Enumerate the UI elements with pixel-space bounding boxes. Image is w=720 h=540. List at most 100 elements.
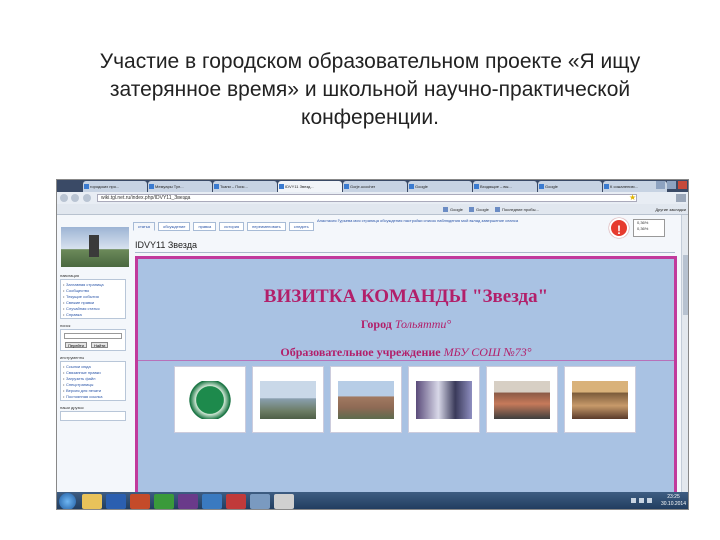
start-button-icon[interactable] bbox=[59, 493, 76, 509]
tab-watch[interactable]: следить bbox=[288, 222, 314, 231]
browser-tab[interactable]: Входящие – вы... bbox=[473, 181, 537, 192]
favicon-icon bbox=[149, 184, 154, 189]
gallery-thumbnail[interactable] bbox=[330, 366, 402, 433]
city-value[interactable]: Тольятти bbox=[395, 317, 447, 331]
tab-label: Входящие – вы... bbox=[480, 184, 512, 189]
sidebar-nav-heading: навигация bbox=[60, 273, 80, 278]
browser-tab[interactable]: Мемуары Тул... bbox=[148, 181, 212, 192]
bookmarks-bar: Google Google Последние пробы... Другие … bbox=[57, 204, 688, 215]
tab-label: Google bbox=[415, 184, 428, 189]
bookmark-item[interactable]: Последние пробы... bbox=[495, 206, 539, 213]
app-icon[interactable] bbox=[226, 494, 246, 509]
alert-icon[interactable]: ! bbox=[609, 218, 629, 238]
reload-icon[interactable] bbox=[83, 194, 91, 202]
search-go-button[interactable]: Перейти bbox=[65, 342, 87, 348]
browser-tab[interactable]: Google bbox=[538, 181, 602, 192]
page-title: IDVY11 Звезда bbox=[135, 240, 197, 250]
sidebar-nav: Заглавная страница Сообщество Текущие со… bbox=[60, 279, 126, 319]
back-icon[interactable] bbox=[60, 194, 68, 202]
powerpoint-icon[interactable] bbox=[130, 494, 150, 509]
gallery-thumbnail[interactable] bbox=[252, 366, 324, 433]
gallery-thumbnail[interactable] bbox=[564, 366, 636, 433]
maximize-icon[interactable] bbox=[667, 181, 676, 189]
favicon-icon bbox=[279, 184, 284, 189]
sidebar-item[interactable]: Справка bbox=[61, 312, 125, 318]
windows-taskbar: 23:25 30.10.2014 bbox=[57, 492, 688, 509]
tab-discussion[interactable]: обсуждение bbox=[158, 222, 191, 231]
favicon-icon bbox=[214, 184, 219, 189]
app-icon[interactable] bbox=[202, 494, 222, 509]
network-icon[interactable] bbox=[631, 498, 636, 503]
link-marker-icon: ° bbox=[526, 345, 532, 359]
clock[interactable]: 23:25 30.10.2014 bbox=[661, 494, 686, 508]
scrollbar-thumb[interactable] bbox=[683, 255, 688, 315]
city-label: Город bbox=[360, 317, 392, 331]
tab-history[interactable]: история bbox=[219, 222, 245, 231]
search-find-button[interactable]: Найти bbox=[91, 342, 109, 348]
team-card-school: Образовательное учреждение МБУ СОШ №73° bbox=[138, 345, 674, 360]
sidebar-tools-heading: инструменты bbox=[60, 355, 85, 360]
notification-popup: 0,36% 0,36% bbox=[633, 219, 665, 237]
close-icon[interactable] bbox=[678, 181, 687, 189]
tab-rename[interactable]: переименовать bbox=[247, 222, 286, 231]
browser-tab-active[interactable]: IDVY11 Звезд... bbox=[278, 181, 342, 192]
minimize-icon[interactable] bbox=[656, 181, 665, 189]
bookmark-item[interactable]: Google bbox=[443, 206, 463, 213]
volume-icon[interactable] bbox=[639, 498, 644, 503]
gallery-thumbnail[interactable] bbox=[408, 366, 480, 433]
bookmark-item[interactable]: Google bbox=[469, 206, 489, 213]
url-input[interactable]: wiki.tgl.net.ru/index.php/IDVY11_Звезда bbox=[97, 194, 637, 202]
tab-label: Gorje.ucocher bbox=[350, 184, 376, 189]
tab-article[interactable]: статья bbox=[133, 222, 156, 231]
card-divider bbox=[138, 360, 674, 361]
sidebar-search: Перейти Найти bbox=[60, 329, 126, 351]
favicon-icon bbox=[539, 184, 544, 189]
user-links[interactable]: Анастасия Гурьева моя страница обсуждени… bbox=[317, 218, 518, 223]
sidebar-search-heading: поиск bbox=[60, 323, 71, 328]
forward-icon[interactable] bbox=[71, 194, 79, 202]
search-input[interactable] bbox=[64, 333, 122, 339]
browser-screenshot: городских про... Мемуары Тул... Ткани – … bbox=[56, 179, 689, 510]
link-marker-icon: ° bbox=[446, 317, 452, 331]
app-icon[interactable] bbox=[178, 494, 198, 509]
team-card-title: ВИЗИТКА КОМАНДЫ "Звезда" bbox=[263, 286, 549, 307]
school-emblem-image bbox=[182, 380, 238, 419]
team-card: ВИЗИТКА КОМАНДЫ "Звезда" Город Тольятти°… bbox=[135, 256, 677, 492]
wiki-page: навигация Заглавная страница Сообщество … bbox=[57, 215, 688, 492]
chrome-icon[interactable] bbox=[154, 494, 174, 509]
school-building-photo bbox=[260, 380, 316, 419]
favicon-icon bbox=[344, 184, 349, 189]
tab-edit[interactable]: правка bbox=[193, 222, 217, 231]
explorer-icon[interactable] bbox=[82, 494, 102, 509]
school-building-photo bbox=[338, 380, 394, 419]
flag-icon[interactable] bbox=[647, 498, 652, 503]
school-hall-photo bbox=[416, 380, 472, 419]
popup-line: 0,36% bbox=[637, 226, 649, 231]
other-bookmarks[interactable]: Другие закладки bbox=[655, 206, 686, 213]
gallery-thumbnail[interactable] bbox=[174, 366, 246, 433]
browser-tab[interactable]: городских про... bbox=[83, 181, 147, 192]
word-icon[interactable] bbox=[106, 494, 126, 509]
browser-tab[interactable]: Google bbox=[408, 181, 472, 192]
browser-tab[interactable]: Ткани – Поис... bbox=[213, 181, 277, 192]
sidebar-item[interactable]: Постоянная ссылка bbox=[61, 394, 125, 400]
school-value[interactable]: МБУ СОШ №73 bbox=[444, 345, 527, 359]
photo-gallery bbox=[174, 366, 636, 433]
tab-label: Мемуары Тул... bbox=[155, 184, 184, 189]
bookmark-star-icon[interactable]: ★ bbox=[629, 193, 636, 202]
tab-label: К сожалению... bbox=[610, 184, 638, 189]
clock-time: 23:25 bbox=[667, 494, 680, 500]
group-photo bbox=[572, 380, 628, 419]
browser-tab[interactable]: Gorje.ucocher bbox=[343, 181, 407, 192]
window-controls bbox=[656, 181, 687, 189]
gallery-thumbnail[interactable] bbox=[486, 366, 558, 433]
app-icon[interactable] bbox=[250, 494, 270, 509]
slide-title: Участие в городском образовательном прое… bbox=[99, 50, 641, 129]
browser-menu-icon[interactable] bbox=[676, 194, 686, 202]
address-bar-row: wiki.tgl.net.ru/index.php/IDVY11_Звезда … bbox=[57, 192, 688, 204]
tab-label: Google bbox=[545, 184, 558, 189]
site-logo[interactable] bbox=[61, 227, 129, 267]
page-tabs: статья обсуждение правка история переиме… bbox=[133, 222, 314, 231]
page-scrollbar[interactable] bbox=[681, 215, 688, 492]
app-icon[interactable] bbox=[274, 494, 294, 509]
